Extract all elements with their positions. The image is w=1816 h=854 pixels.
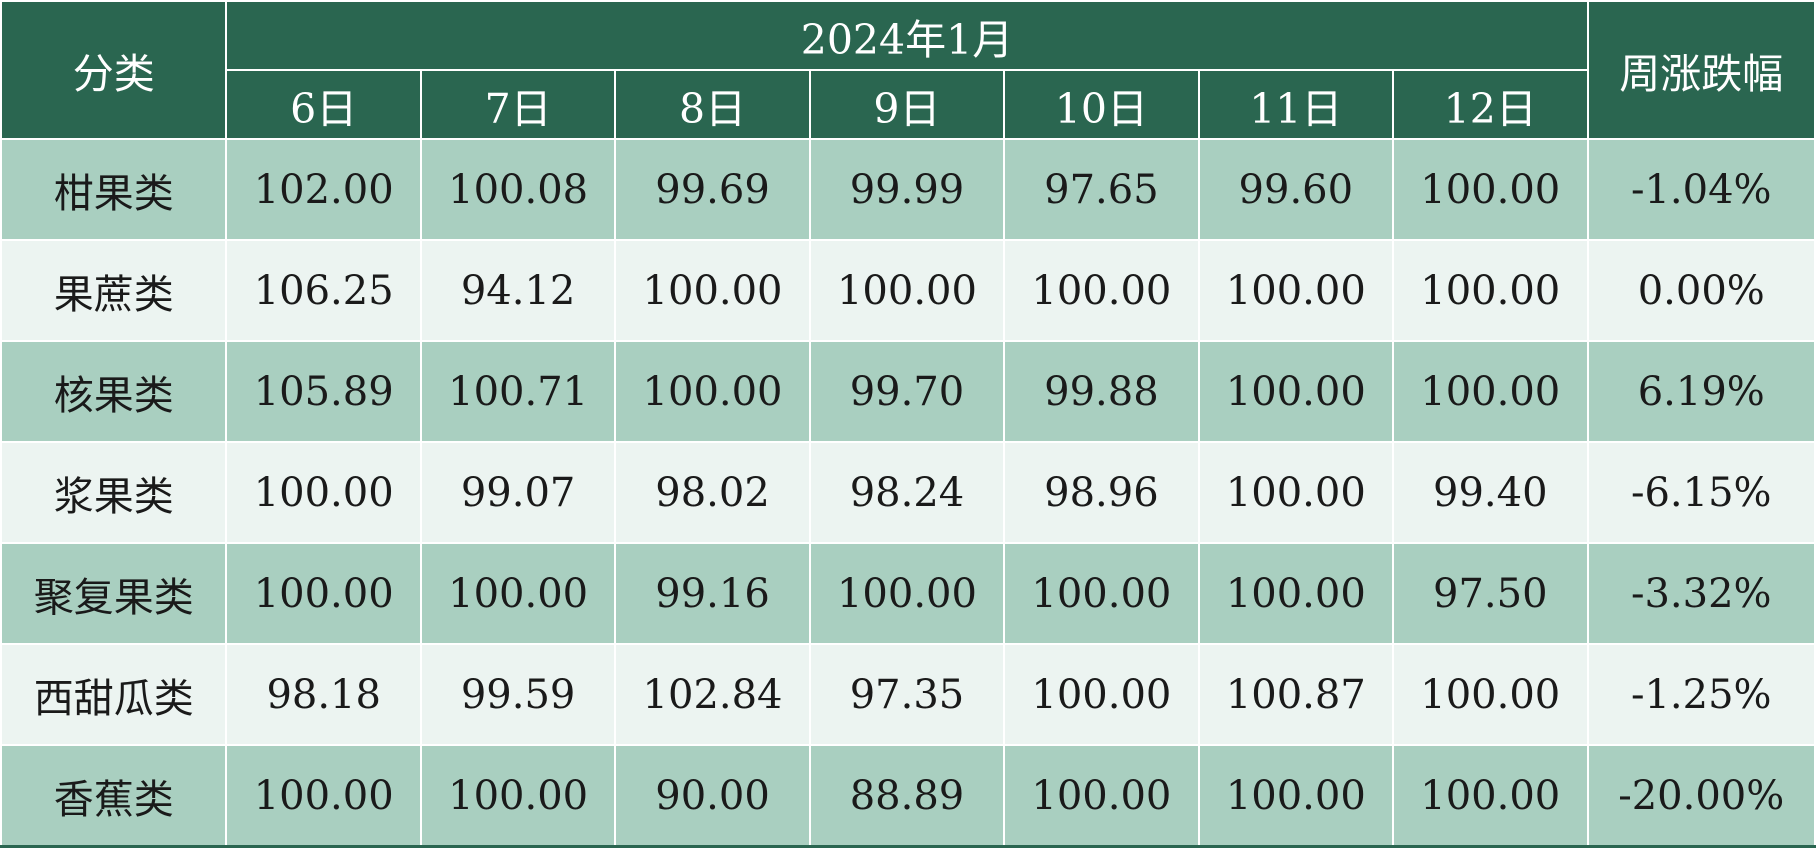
value-cell: 100.00 xyxy=(1003,643,1200,746)
value-cell: 100.00 xyxy=(808,239,1006,342)
value-cell: 99.59 xyxy=(419,643,617,746)
day-header: 10日 xyxy=(1003,69,1200,140)
value-cell: 97.65 xyxy=(1003,138,1200,241)
value-cell: 99.88 xyxy=(1003,340,1200,443)
day-header: 8日 xyxy=(614,69,811,140)
category-header: 分类 xyxy=(0,0,228,140)
value-cell: 102.84 xyxy=(614,643,811,746)
table-row: 香蕉类 100.00 100.00 90.00 88.89 100.00 100… xyxy=(0,744,1816,848)
table-row: 柑果类 102.00 100.08 99.69 99.99 97.65 99.6… xyxy=(0,138,1816,241)
value-cell: 98.02 xyxy=(614,441,811,544)
change-cell: 0.00% xyxy=(1586,239,1816,342)
value-cell: 100.00 xyxy=(1197,441,1395,544)
value-cell: 100.00 xyxy=(225,744,422,848)
value-cell: 97.35 xyxy=(808,643,1006,746)
change-cell: -1.25% xyxy=(1586,643,1816,746)
month-header: 2024年1月 xyxy=(225,0,1589,71)
table-row: 西甜瓜类 98.18 99.59 102.84 97.35 100.00 100… xyxy=(0,643,1816,746)
category-cell: 西甜瓜类 xyxy=(0,643,228,746)
value-cell: 100.00 xyxy=(1392,340,1589,443)
value-cell: 99.99 xyxy=(808,138,1006,241)
table-row: 浆果类 100.00 99.07 98.02 98.24 98.96 100.0… xyxy=(0,441,1816,544)
weekly-change-header: 周涨跌幅 xyxy=(1586,0,1816,140)
table-row: 核果类 105.89 100.71 100.00 99.70 99.88 100… xyxy=(0,340,1816,443)
value-cell: 100.00 xyxy=(1197,542,1395,645)
value-cell: 100.00 xyxy=(419,542,617,645)
value-cell: 100.00 xyxy=(614,239,811,342)
change-cell: -1.04% xyxy=(1586,138,1816,241)
value-cell: 100.00 xyxy=(614,340,811,443)
category-cell: 浆果类 xyxy=(0,441,228,544)
day-header: 12日 xyxy=(1392,69,1589,140)
fruit-price-index-table: 分类 2024年1月 周涨跌幅 6日 7日 8日 9日 10日 11日 12日 … xyxy=(0,0,1816,848)
value-cell: 100.71 xyxy=(419,340,617,443)
value-cell: 100.87 xyxy=(1197,643,1395,746)
value-cell: 99.07 xyxy=(419,441,617,544)
value-cell: 100.00 xyxy=(1392,138,1589,241)
value-cell: 98.24 xyxy=(808,441,1006,544)
value-cell: 98.18 xyxy=(225,643,422,746)
header-row-top: 分类 2024年1月 周涨跌幅 xyxy=(0,0,1816,140)
value-cell: 99.16 xyxy=(614,542,811,645)
table-row: 果蔗类 106.25 94.12 100.00 100.00 100.00 10… xyxy=(0,239,1816,342)
value-cell: 100.00 xyxy=(225,441,422,544)
category-cell: 聚复果类 xyxy=(0,542,228,645)
value-cell: 102.00 xyxy=(225,138,422,241)
value-cell: 100.00 xyxy=(1197,239,1395,342)
change-cell: -3.32% xyxy=(1586,542,1816,645)
value-cell: 100.00 xyxy=(1003,744,1200,848)
value-cell: 100.00 xyxy=(808,542,1006,645)
value-cell: 105.89 xyxy=(225,340,422,443)
value-cell: 100.00 xyxy=(1197,340,1395,443)
category-cell: 核果类 xyxy=(0,340,228,443)
category-cell: 香蕉类 xyxy=(0,744,228,848)
header-row-days: 6日 7日 8日 9日 10日 11日 12日 xyxy=(1,69,1815,140)
value-cell: 100.00 xyxy=(1392,239,1589,342)
value-cell: 106.25 xyxy=(225,239,422,342)
table-row: 聚复果类 100.00 100.00 99.16 100.00 100.00 1… xyxy=(0,542,1816,645)
change-cell: 6.19% xyxy=(1586,340,1816,443)
value-cell: 100.00 xyxy=(1392,643,1589,746)
value-cell: 100.08 xyxy=(419,138,617,241)
day-header: 7日 xyxy=(419,69,617,140)
value-cell: 100.00 xyxy=(1197,744,1395,848)
value-cell: 98.96 xyxy=(1003,441,1200,544)
value-cell: 100.00 xyxy=(1003,239,1200,342)
day-header: 9日 xyxy=(808,69,1006,140)
value-cell: 90.00 xyxy=(614,744,811,848)
day-header: 6日 xyxy=(225,69,422,140)
change-cell: -6.15% xyxy=(1586,441,1816,544)
value-cell: 97.50 xyxy=(1392,542,1589,645)
category-cell: 果蔗类 xyxy=(0,239,228,342)
value-cell: 99.60 xyxy=(1197,138,1395,241)
value-cell: 88.89 xyxy=(808,744,1006,848)
value-cell: 99.70 xyxy=(808,340,1006,443)
value-cell: 100.00 xyxy=(1003,542,1200,645)
value-cell: 99.69 xyxy=(614,138,811,241)
value-cell: 99.40 xyxy=(1392,441,1589,544)
day-header: 11日 xyxy=(1197,69,1395,140)
category-cell: 柑果类 xyxy=(0,138,228,241)
value-cell: 100.00 xyxy=(225,542,422,645)
value-cell: 94.12 xyxy=(419,239,617,342)
change-cell: -20.00% xyxy=(1586,744,1816,848)
value-cell: 100.00 xyxy=(1392,744,1589,848)
value-cell: 100.00 xyxy=(419,744,617,848)
